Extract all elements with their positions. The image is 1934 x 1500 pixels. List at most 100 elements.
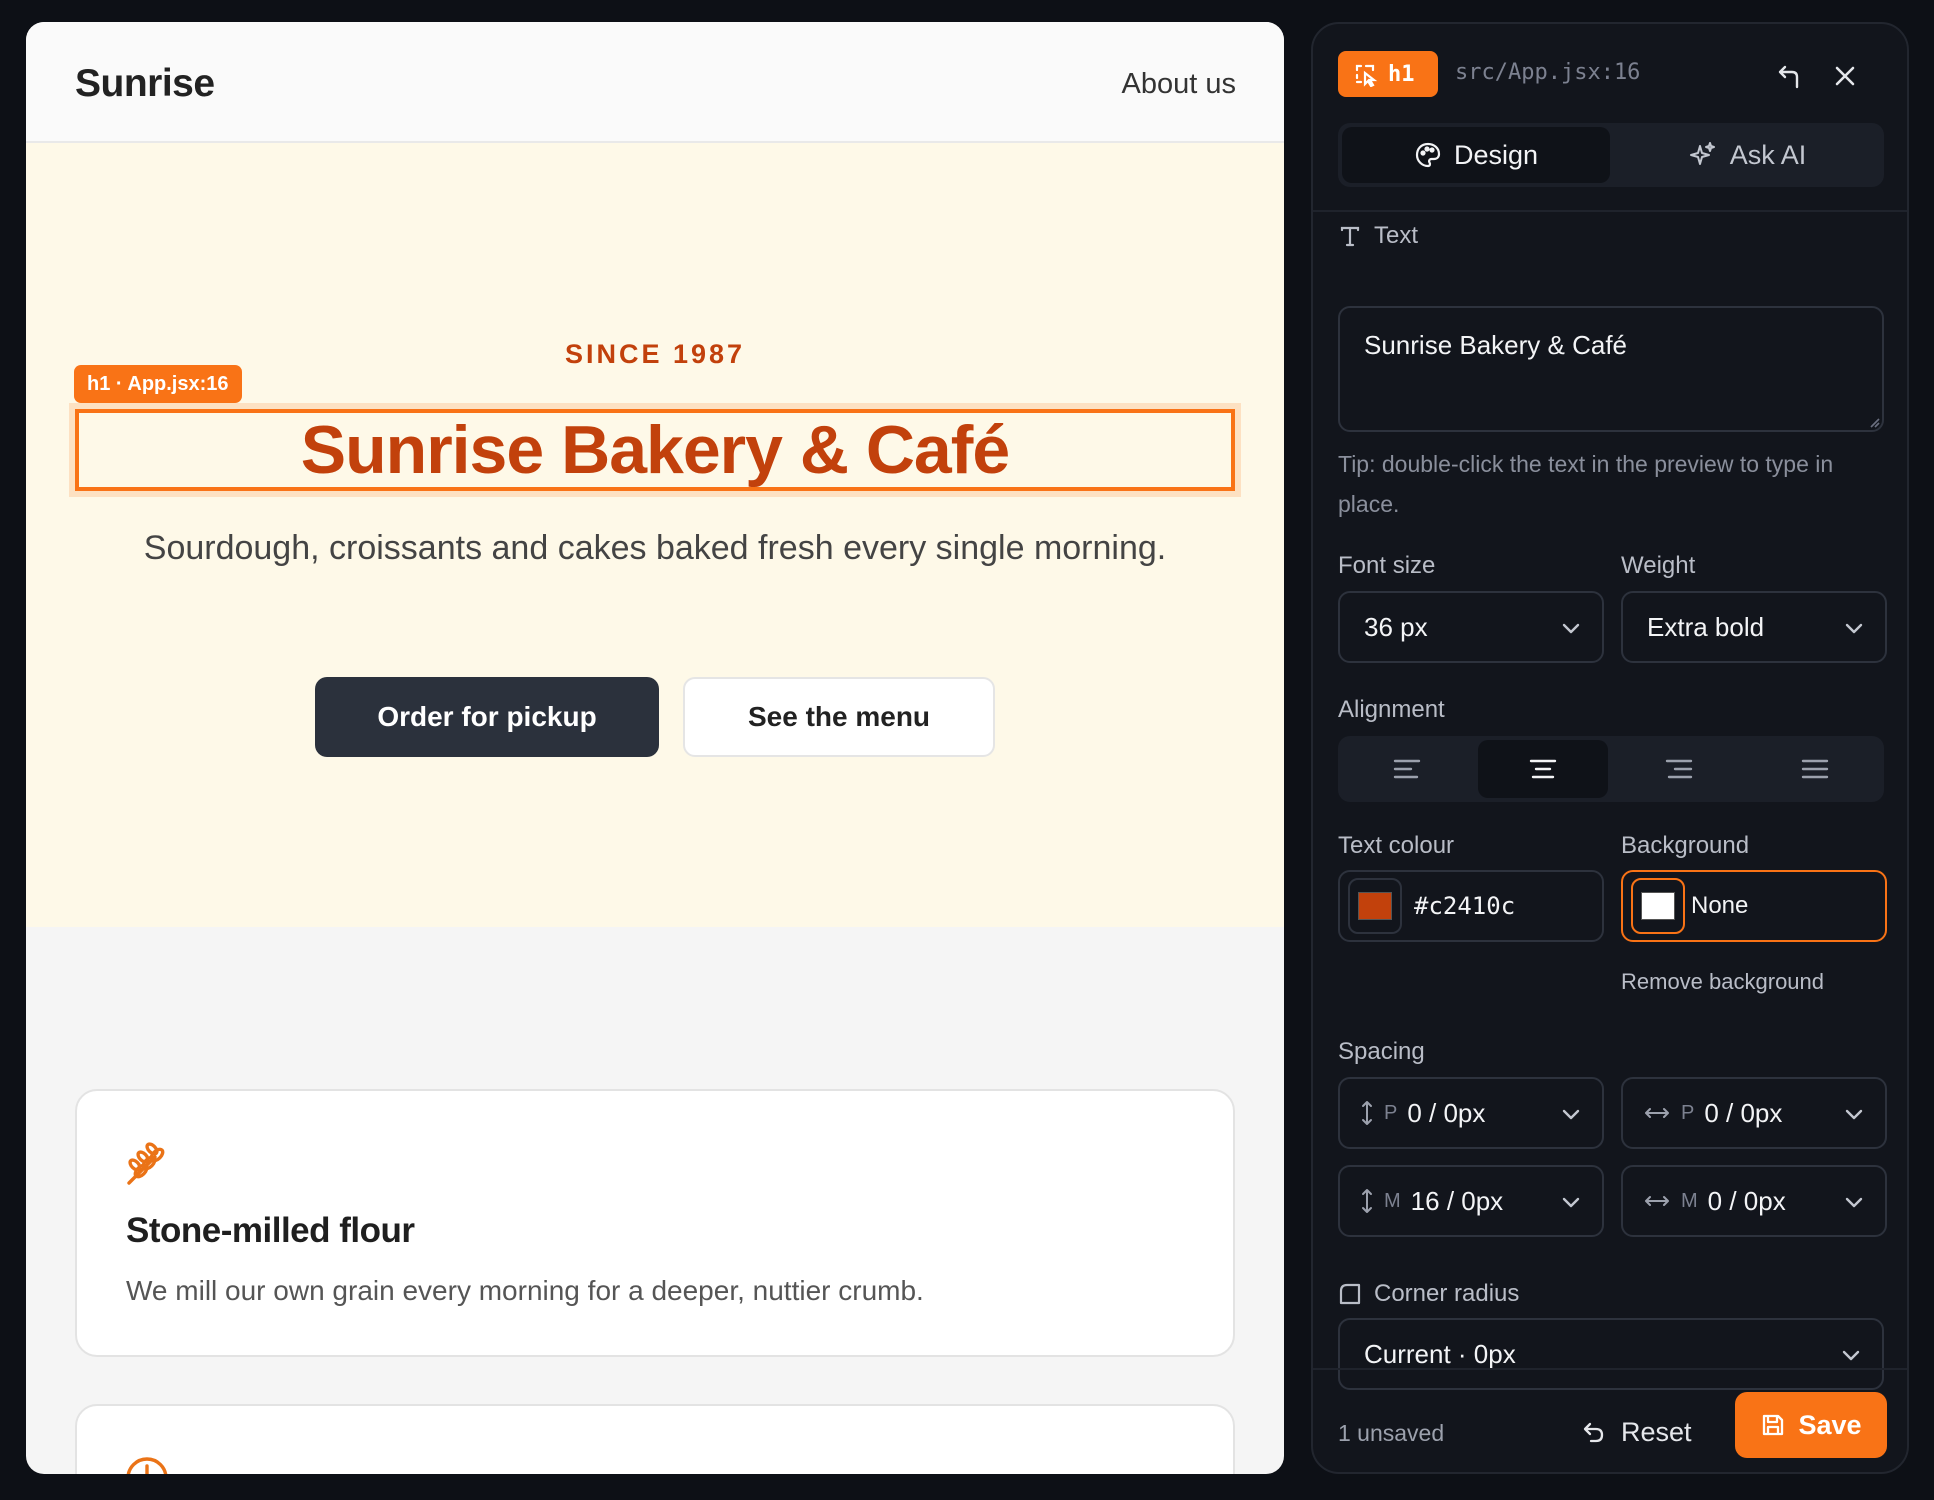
hero-section: SINCE 1987 h1 · App.jsx:16 Sunrise Baker… xyxy=(26,143,1284,927)
background-swatch xyxy=(1641,892,1675,920)
save-label: Save xyxy=(1798,1409,1862,1440)
save-icon xyxy=(1763,1414,1784,1436)
corner-radius-header: Corner radius xyxy=(1338,1280,1519,1308)
alignment-label: Alignment xyxy=(1338,696,1445,723)
resize-handle-icon[interactable] xyxy=(1868,416,1880,428)
horizontal-arrows-icon xyxy=(1645,1108,1669,1118)
chevron-down-icon xyxy=(1845,1197,1863,1208)
element-tag-label: h1 xyxy=(1388,61,1415,87)
chevron-down-icon xyxy=(1845,1109,1863,1120)
reset-label: Reset xyxy=(1621,1416,1692,1447)
wheat-icon xyxy=(127,1142,165,1185)
footer-divider xyxy=(1313,1368,1907,1370)
background-swatch-button[interactable] xyxy=(1631,878,1685,934)
align-center-button[interactable] xyxy=(1478,740,1608,798)
palette-icon xyxy=(1415,142,1441,168)
text-edit-tip: Tip: double-click the text in the previe… xyxy=(1338,451,1834,517)
corner-radius-value: Current · 0px xyxy=(1364,1338,1516,1369)
vertical-arrows-icon xyxy=(1362,1101,1372,1125)
hero-heading[interactable]: Sunrise Bakery & Café xyxy=(301,411,1010,489)
text-section-label: Text xyxy=(1374,222,1419,249)
background-label: Background xyxy=(1621,832,1750,859)
padding-vertical-select[interactable]: P 0 / 0px xyxy=(1338,1077,1604,1149)
padding-horizontal-value: 0 / 0px xyxy=(1704,1097,1783,1128)
background-colour-field[interactable]: None xyxy=(1621,870,1887,942)
inspector-tabs: Design Ask AI xyxy=(1338,123,1884,187)
weight-label: Weight xyxy=(1621,552,1696,579)
sparkles-icon xyxy=(1689,142,1715,165)
margin-horizontal-value: 0 / 0px xyxy=(1707,1185,1786,1216)
save-button[interactable]: Save xyxy=(1735,1392,1887,1458)
see-menu-button[interactable]: See the menu xyxy=(683,677,995,757)
type-icon xyxy=(1340,226,1360,247)
padding-vertical-value: 0 / 0px xyxy=(1407,1097,1486,1128)
padding-horizontal-select[interactable]: P 0 / 0px xyxy=(1621,1077,1887,1149)
vertical-arrows-icon xyxy=(1362,1189,1372,1213)
corner-radius-icon xyxy=(1339,1283,1361,1305)
text-colour-label: Text colour xyxy=(1338,832,1455,859)
padding-prefix: P xyxy=(1384,1101,1398,1124)
align-justify-button[interactable] xyxy=(1750,740,1880,798)
align-center-icon xyxy=(1529,759,1557,779)
order-pickup-button[interactable]: Order for pickup xyxy=(315,677,659,757)
text-content-field[interactable]: Sunrise Bakery & Café xyxy=(1338,306,1884,432)
spacing-label: Spacing xyxy=(1338,1038,1425,1065)
selection-tag: h1 · App.jsx:16 xyxy=(74,365,242,403)
inspector-panel: h1 src/App.jsx:16 Design Ask AI Text Sun… xyxy=(1311,22,1909,1474)
source-path[interactable]: src/App.jsx:16 xyxy=(1455,60,1640,85)
margin-prefix: M xyxy=(1681,1189,1698,1212)
align-justify-icon xyxy=(1801,759,1829,779)
chevron-down-icon xyxy=(1562,1197,1580,1208)
align-left-button[interactable] xyxy=(1342,740,1472,798)
text-section-header: Text xyxy=(1338,222,1418,250)
close-icon xyxy=(1835,66,1855,86)
margin-vertical-value: 16 / 0px xyxy=(1410,1185,1504,1216)
feature-card: Stone-milled flour We mill our own grain… xyxy=(75,1089,1235,1357)
feature-card xyxy=(75,1404,1235,1474)
page-preview: Sunrise About us SINCE 1987 h1 · App.jsx… xyxy=(26,22,1284,1474)
align-right-icon xyxy=(1665,759,1693,779)
weight-select[interactable]: Extra bold xyxy=(1621,591,1887,663)
text-colour-value[interactable]: #c2410c xyxy=(1414,892,1515,920)
font-size-select[interactable]: 36 px xyxy=(1338,591,1604,663)
chevron-down-icon xyxy=(1562,1109,1580,1120)
text-colour-swatch xyxy=(1358,892,1392,920)
selected-heading-outline[interactable]: Sunrise Bakery & Café xyxy=(75,409,1235,491)
font-size-value: 36 px xyxy=(1364,611,1428,642)
background-value[interactable]: None xyxy=(1691,892,1748,920)
chevron-down-icon xyxy=(1845,623,1863,634)
undo-icon xyxy=(1583,1422,1604,1443)
tab-ask-ai-label: Ask AI xyxy=(1729,139,1807,170)
corner-up-left-icon xyxy=(1778,65,1799,89)
margin-vertical-select[interactable]: M 16 / 0px xyxy=(1338,1165,1604,1237)
close-button[interactable] xyxy=(1825,56,1865,96)
alignment-segmented-control xyxy=(1338,736,1884,802)
align-right-button[interactable] xyxy=(1614,740,1744,798)
chevron-down-icon xyxy=(1842,1350,1860,1361)
weight-value: Extra bold xyxy=(1647,611,1765,642)
text-colour-field[interactable]: #c2410c xyxy=(1338,870,1604,942)
padding-prefix: P xyxy=(1681,1101,1695,1124)
site-brand[interactable]: Sunrise xyxy=(75,62,215,106)
hero-tagline: Sourdough, croissants and cakes baked fr… xyxy=(143,529,1167,567)
tab-design[interactable]: Design xyxy=(1342,127,1610,183)
font-size-label: Font size xyxy=(1338,552,1436,579)
nav-link-about[interactable]: About us xyxy=(1122,68,1236,101)
align-left-icon xyxy=(1393,759,1421,779)
feature-title: Stone-milled flour xyxy=(126,1211,415,1250)
margin-horizontal-select[interactable]: M 0 / 0px xyxy=(1621,1165,1887,1237)
margin-prefix: M xyxy=(1384,1189,1401,1212)
select-parent-button[interactable] xyxy=(1769,56,1809,96)
remove-background-link[interactable]: Remove background xyxy=(1621,969,1824,995)
corner-radius-select[interactable]: Current · 0px xyxy=(1338,1318,1884,1390)
element-tag-chip[interactable]: h1 xyxy=(1338,51,1438,97)
tab-design-label: Design xyxy=(1453,139,1539,170)
chevron-down-icon xyxy=(1562,623,1580,634)
reset-button[interactable]: Reset xyxy=(1581,1406,1692,1458)
header-divider xyxy=(1313,210,1907,212)
corner-radius-label: Corner radius xyxy=(1374,1280,1520,1307)
clock-icon xyxy=(126,1457,168,1474)
text-colour-swatch-button[interactable] xyxy=(1348,878,1402,934)
tab-ask-ai[interactable]: Ask AI xyxy=(1614,127,1880,183)
site-navbar: Sunrise About us xyxy=(26,22,1284,143)
